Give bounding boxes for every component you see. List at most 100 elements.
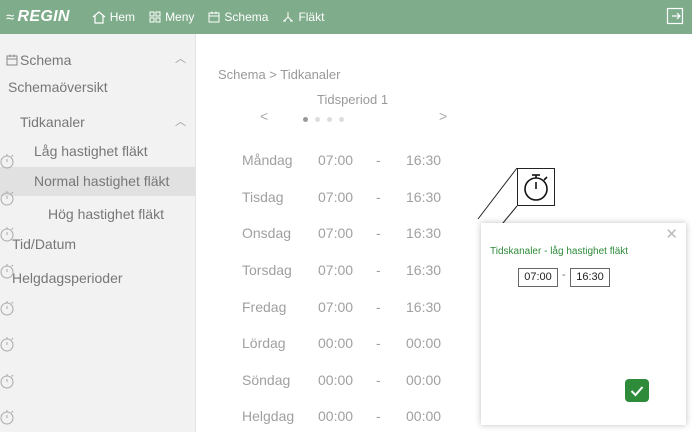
- start-time[interactable]: 00:00: [318, 335, 353, 351]
- schedule-row[interactable]: Fredag 07:00 - 16:30: [0, 299, 441, 319]
- stopwatch-icon: [524, 174, 548, 201]
- nav-fan-label: Fläkt: [298, 10, 325, 24]
- logout-icon[interactable]: [666, 7, 684, 25]
- sidebar-item-low-speed[interactable]: Låg hastighet fläkt: [0, 143, 196, 165]
- breadcrumb: Schema > Tidkanaler: [218, 67, 341, 82]
- calendar-icon: [208, 11, 220, 23]
- sidebar-item-normal-speed[interactable]: Normal hastighet fläkt: [0, 167, 196, 196]
- sidebar-item-schema[interactable]: Schema ︿: [0, 52, 196, 72]
- fan-icon: [283, 12, 294, 22]
- sidebar-item-label: Schema: [20, 52, 72, 68]
- sidebar-item-high-speed[interactable]: Hög hastighet fläkt: [0, 206, 196, 228]
- time-separator: -: [376, 225, 381, 241]
- nav-home-label: Hem: [109, 10, 136, 24]
- start-time[interactable]: 07:00: [318, 225, 353, 241]
- regin-wave-icon: ≈: [6, 8, 15, 26]
- stopwatch-icon[interactable]: [0, 262, 16, 280]
- end-time[interactable]: 16:30: [406, 225, 441, 241]
- next-period-button[interactable]: >: [439, 108, 447, 124]
- sidebar-item-overview[interactable]: Schemaöversikt: [0, 79, 196, 101]
- day-label: Lördag: [242, 335, 286, 351]
- pager-dot[interactable]: [339, 117, 344, 122]
- brand-name: REGIN: [17, 8, 70, 25]
- pager-dot[interactable]: [315, 117, 320, 122]
- period-title: Tidsperiod 1: [317, 92, 389, 107]
- end-time[interactable]: 16:30: [406, 152, 441, 168]
- nav-menu[interactable]: Meny: [149, 10, 194, 24]
- chevron-up-icon[interactable]: ︿: [175, 50, 186, 66]
- stopwatch-icon[interactable]: [0, 299, 16, 317]
- time-separator: -: [376, 152, 381, 168]
- end-time[interactable]: 16:30: [406, 299, 441, 315]
- pager-dot[interactable]: [303, 117, 308, 122]
- end-time[interactable]: 16:30: [406, 262, 441, 278]
- checkmark-icon: [630, 385, 644, 396]
- sidebar-item-holidays[interactable]: Helgdagsperioder: [0, 270, 196, 292]
- sidebar-item-label: Låg hastighet fläkt: [34, 143, 148, 159]
- time-separator: -: [376, 189, 381, 205]
- stopwatch-icon[interactable]: [0, 408, 16, 426]
- home-icon: [92, 10, 106, 24]
- top-bar: ≈ REGIN Hem Meny Schema Fläkt: [0, 0, 692, 34]
- close-icon[interactable]: ✕: [665, 225, 678, 243]
- start-time[interactable]: 07:00: [318, 189, 353, 205]
- nav-menu-label: Meny: [165, 10, 195, 24]
- end-time[interactable]: 00:00: [406, 335, 441, 351]
- pager-dot[interactable]: [327, 117, 332, 122]
- time-separator: -: [376, 372, 381, 388]
- schedule-row[interactable]: Helgdag 00:00 - 00:00: [0, 408, 441, 428]
- period-pager: [303, 117, 351, 122]
- day-label: Söndag: [242, 372, 291, 388]
- schedule-row[interactable]: Måndag 07:00 - 16:30: [0, 152, 441, 172]
- grid-icon: [149, 11, 161, 23]
- sidebar: Schema ︿ Schemaöversikt Tidkanaler ︿ Låg…: [0, 34, 196, 432]
- end-time[interactable]: 00:00: [406, 372, 441, 388]
- start-time[interactable]: 00:00: [318, 372, 353, 388]
- end-time[interactable]: 00:00: [406, 408, 441, 424]
- day-label: Onsdag: [242, 225, 292, 241]
- stopwatch-icon[interactable]: [0, 372, 16, 390]
- end-time-input[interactable]: 16:30: [570, 268, 610, 287]
- prev-period-button[interactable]: <: [260, 108, 268, 124]
- start-time-input[interactable]: 07:00: [518, 268, 558, 287]
- nav-schedule[interactable]: Schema: [208, 10, 268, 24]
- chevron-up-icon[interactable]: ︿: [175, 113, 186, 129]
- start-time[interactable]: 07:00: [318, 299, 353, 315]
- nav-fan[interactable]: Fläkt: [282, 10, 324, 24]
- time-separator: -: [376, 408, 381, 424]
- stopwatch-icon[interactable]: [0, 152, 16, 170]
- time-separator: -: [376, 335, 381, 351]
- sidebar-item-label: Tidkanaler: [20, 114, 85, 130]
- day-label: Måndag: [242, 152, 293, 168]
- day-label: Tisdag: [242, 189, 284, 205]
- zoomed-stopwatch-callout: [517, 168, 555, 206]
- end-time[interactable]: 16:30: [406, 189, 441, 205]
- stopwatch-icon[interactable]: [0, 225, 16, 243]
- stopwatch-icon[interactable]: [0, 189, 16, 207]
- time-separator: -: [562, 269, 566, 281]
- start-time[interactable]: 07:00: [318, 152, 353, 168]
- brand-logo[interactable]: ≈ REGIN: [6, 8, 70, 26]
- sidebar-item-time-channels[interactable]: Tidkanaler ︿: [0, 114, 196, 136]
- nav-home[interactable]: Hem: [92, 10, 135, 24]
- nav-schedule-label: Schema: [224, 10, 269, 24]
- day-label: Fredag: [242, 299, 287, 315]
- schedule-row[interactable]: Torsdag 07:00 - 16:30: [0, 262, 441, 282]
- day-label: Helgdag: [242, 408, 295, 424]
- time-separator: -: [376, 262, 381, 278]
- day-label: Torsdag: [242, 262, 292, 278]
- dialog-title: Tidskanaler - låg hastighet fläkt: [490, 246, 629, 257]
- sidebar-item-label: Schemaöversikt: [8, 79, 108, 95]
- schedule-row[interactable]: Söndag 00:00 - 00:00: [0, 372, 441, 392]
- schedule-row[interactable]: Onsdag 07:00 - 16:30: [0, 225, 441, 245]
- schedule-row[interactable]: Tisdag 07:00 - 16:30: [0, 189, 441, 209]
- sidebar-item-label: Tid/Datum: [12, 236, 77, 252]
- time-separator: -: [376, 299, 381, 315]
- sidebar-item-label: Normal hastighet fläkt: [34, 173, 170, 189]
- start-time[interactable]: 00:00: [318, 408, 353, 424]
- start-time[interactable]: 07:00: [318, 262, 353, 278]
- stopwatch-icon[interactable]: [0, 335, 16, 353]
- sidebar-item-time-date[interactable]: Tid/Datum: [0, 236, 196, 258]
- schedule-row[interactable]: Lördag 00:00 - 00:00: [0, 335, 441, 355]
- confirm-button[interactable]: [625, 379, 649, 402]
